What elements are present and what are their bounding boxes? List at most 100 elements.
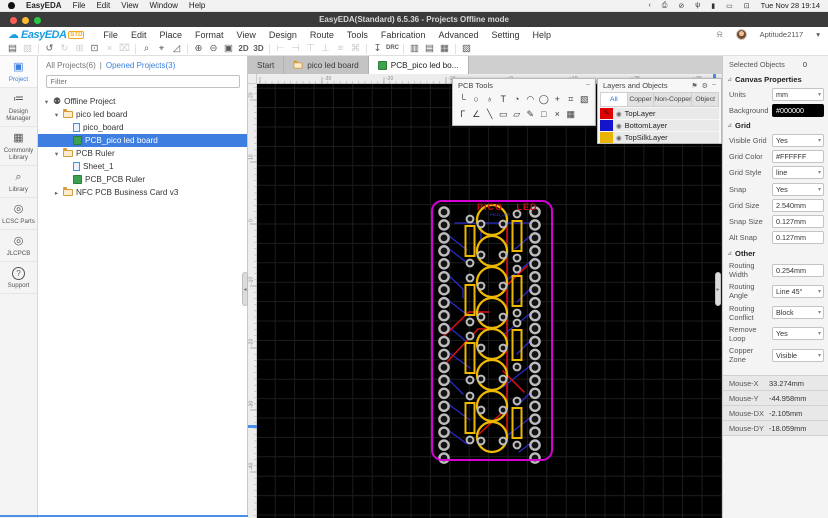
sidebar-item-design-manager[interactable]: ≔Design Manager [0, 88, 37, 127]
caret-icon[interactable]: ▾ [53, 111, 60, 119]
property-routing-angle-select[interactable]: Line 45° [772, 285, 824, 298]
search-icon[interactable]: ⌕ [139, 42, 154, 55]
zoom-fit-icon[interactable]: ▣ [221, 42, 236, 55]
view-2d-button[interactable]: 2D [236, 42, 251, 55]
menu-fabrication[interactable]: Fabrication [381, 30, 426, 40]
menu-view[interactable]: View [236, 30, 255, 40]
solid-region-icon[interactable]: ▤ [422, 42, 437, 55]
layers-tab-non-copper[interactable]: Non-Copper [654, 92, 692, 107]
tree-item[interactable]: ▾⚉Offline Project [38, 95, 247, 108]
minimize-panel-icon[interactable]: − [712, 82, 716, 89]
menu-tools[interactable]: Tools [347, 30, 368, 40]
sidebar-item-commonly-library[interactable]: ▦Commonly Library [0, 127, 37, 166]
layers-tab-object[interactable]: Object [692, 92, 719, 107]
sidebar-item-jlcpcb[interactable]: ◎JLCPCB [0, 230, 37, 262]
property-grid-size-input[interactable]: 2.540mm [772, 199, 824, 212]
layer-row-toplayer[interactable]: ✎◉TopLayer [600, 108, 719, 119]
tab-pico-led-board[interactable]: pico led board [284, 56, 368, 74]
tree-item[interactable]: Sheet_1 [38, 160, 247, 173]
sidebar-item-project[interactable]: ▣Project [0, 56, 37, 88]
menu-advanced[interactable]: Advanced [438, 30, 478, 40]
section-header-canvas-properties[interactable]: ⊿Canvas Properties [723, 72, 828, 86]
copper-area-icon[interactable]: ▥ [407, 42, 422, 55]
drc-check-icon[interactable]: DRC [385, 42, 400, 55]
tree-item[interactable]: ▸NFC PCB Business Card v3 [38, 186, 247, 199]
caret-icon[interactable]: ▾ [53, 150, 60, 158]
layer-row-bottomlayer[interactable]: ◉BottomLayer [600, 120, 719, 131]
layer-row-topsilklayer[interactable]: ◉TopSilkLayer [600, 132, 719, 143]
layer-visibility-eye-icon[interactable]: ◉ [616, 122, 622, 130]
minimize-panel-icon[interactable]: − [586, 82, 590, 89]
track-icon[interactable]: └ [456, 92, 470, 107]
notification-bell-icon[interactable]: ⍾ [717, 29, 723, 40]
ellipse-icon[interactable]: ◯ [537, 92, 551, 107]
easyeda-logo[interactable]: ☁ EasyEDA STD [8, 28, 84, 41]
layer-color-swatch[interactable]: ✎ [600, 108, 613, 119]
property-units-select[interactable]: mm [772, 88, 824, 101]
caret-icon[interactable]: ▸ [53, 189, 60, 197]
zoom-out-icon[interactable]: ⊖ [206, 42, 221, 55]
clone-icon[interactable]: ⊡ [87, 42, 102, 55]
canvas-image-icon[interactable]: ▧ [578, 92, 592, 107]
tree-item[interactable]: pico_board [38, 121, 247, 134]
user-avatar[interactable] [736, 29, 747, 40]
text-icon[interactable]: T [497, 92, 511, 107]
pcb-canvas[interactable]: PICOLEDPICO_LED [257, 84, 722, 518]
tree-item[interactable]: PCB_PCB Ruler [38, 173, 247, 186]
property-copper-zone-select[interactable]: Visible [772, 349, 824, 362]
property-snap-size-input[interactable]: 0.127mm [772, 215, 824, 228]
sidebar-item-library[interactable]: ⌕Library [0, 166, 37, 198]
line-icon[interactable]: ╲ [483, 107, 497, 122]
rect-icon[interactable]: □ [537, 107, 551, 122]
menu-help[interactable]: Help [533, 30, 552, 40]
property-remove-loop-select[interactable]: Yes [772, 327, 824, 340]
board-outline-icon[interactable]: ▦ [437, 42, 452, 55]
layer-visibility-eye-icon[interactable]: ◉ [616, 134, 622, 142]
layers-titlebar[interactable]: Layers and Objects ⚑ ⚙ − [598, 79, 721, 92]
via-icon[interactable]: ♁ [483, 92, 497, 107]
status-icon-2[interactable]: ⊘ [678, 2, 684, 10]
import-icon[interactable]: ↧ [370, 42, 385, 55]
username-label[interactable]: Aptitude2117 [760, 30, 804, 39]
user-caret-icon[interactable]: ▾ [816, 30, 820, 39]
section-header-other[interactable]: ⊿Other [723, 246, 828, 260]
macos-menu-view[interactable]: View [121, 1, 138, 10]
drag-icon[interactable]: + [551, 92, 565, 107]
property-routing-width-input[interactable]: 0.254mm [772, 264, 824, 277]
sidebar-item-lcsc-parts[interactable]: ◎LCSC Parts [0, 198, 37, 230]
collapse-right-panel-handle[interactable]: ▸ [715, 272, 721, 306]
layers-tab-all[interactable]: All [600, 92, 628, 107]
sidebar-item-support[interactable]: ?Support [0, 262, 37, 294]
polygon-icon[interactable]: ▱ [510, 107, 524, 122]
tree-item[interactable]: ▾pico led board [38, 108, 247, 121]
status-icon-0[interactable]: ‹ [648, 2, 650, 9]
menu-design[interactable]: Design [269, 30, 297, 40]
protractor-icon[interactable]: ∠ [470, 107, 484, 122]
view-3d-button[interactable]: 3D [251, 42, 266, 55]
pin-icon[interactable]: ⚑ [691, 82, 697, 90]
undo-icon[interactable]: ↺ [42, 42, 57, 55]
caret-icon[interactable]: ▾ [43, 98, 50, 106]
zoom-in-icon[interactable]: ⊕ [191, 42, 206, 55]
macos-menu-help[interactable]: Help [189, 1, 205, 10]
panelize-icon[interactable]: ▦ [564, 107, 578, 122]
status-icon-6[interactable]: ⊡ [744, 2, 750, 10]
measure-icon[interactable]: ◿ [169, 42, 184, 55]
layer-color-swatch[interactable] [600, 120, 613, 131]
arc-center-icon[interactable]: ◠ [524, 92, 538, 107]
property-routing-conflict-select[interactable]: Block [772, 306, 824, 319]
status-icon-5[interactable]: ▭ [726, 2, 733, 10]
all-projects-link[interactable]: All Projects(6) [46, 61, 96, 70]
minimize-window-button[interactable] [22, 17, 29, 24]
pcb-tools-titlebar[interactable]: PCB Tools − [453, 79, 595, 92]
menu-format[interactable]: Format [195, 30, 224, 40]
save-icon[interactable]: ▤ [5, 42, 20, 55]
dimension-icon[interactable]: ⌗ [564, 92, 578, 107]
menu-setting[interactable]: Setting [491, 30, 519, 40]
circle-icon[interactable]: ○ [470, 92, 484, 107]
tree-item[interactable]: PCB_pico led board [38, 134, 247, 147]
find-similar-icon[interactable]: ⌖ [154, 42, 169, 55]
macos-menu-window[interactable]: Window [149, 1, 177, 10]
pen-icon[interactable]: ✎ [524, 107, 538, 122]
tree-item[interactable]: ▾PCB Ruler [38, 147, 247, 160]
